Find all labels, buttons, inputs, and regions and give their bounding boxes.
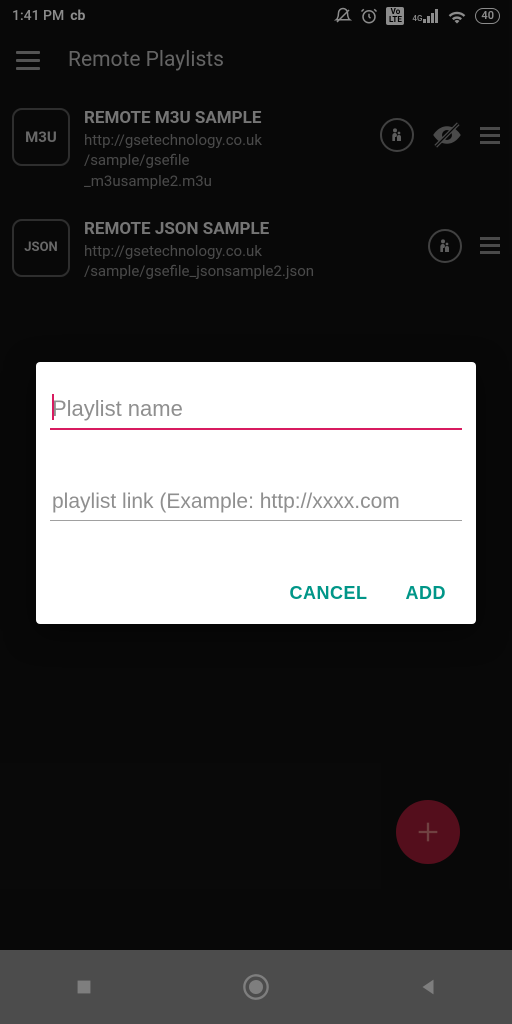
playlist-item[interactable]: JSON REMOTE JSON SAMPLE http://gsetechno… [12,219,500,282]
dnd-icon [334,7,352,25]
add-button[interactable]: ADD [406,583,447,604]
wifi-icon [447,8,467,24]
android-nav-bar [0,950,512,1024]
playlist-url: http://gsetechnology.co.uk /sample/gsefi… [84,130,366,191]
playlist-name-field [50,390,462,430]
playlist-item[interactable]: M3U REMOTE M3U SAMPLE http://gsetechnolo… [12,108,500,191]
add-playlist-dialog: CANCEL ADD [36,362,476,624]
status-carrier: cb [70,8,85,24]
alarm-icon [360,7,378,25]
signal-icon: 4G [412,9,439,23]
menu-icon[interactable] [16,51,40,70]
playlist-list: M3U REMOTE M3U SAMPLE http://gsetechnolo… [0,88,512,281]
text-cursor [52,394,54,420]
app-bar: Remote Playlists [0,32,512,88]
add-fab[interactable] [396,800,460,864]
recents-button[interactable] [73,976,95,998]
item-menu-icon[interactable] [480,237,500,254]
type-badge-m3u: M3U [12,108,70,166]
playlist-name-input[interactable] [50,390,462,430]
parental-icon[interactable] [428,229,462,263]
cancel-button[interactable]: CANCEL [290,583,368,604]
playlist-link-field [50,484,462,521]
home-button[interactable] [242,973,270,1001]
volte-icon: Vo LTE [386,7,404,25]
playlist-title: REMOTE JSON SAMPLE [84,219,414,239]
status-bar: 1:41 PM cb Vo LTE 4G 40 [0,0,512,32]
type-badge-json: JSON [12,219,70,277]
parental-icon[interactable] [380,118,414,152]
page-title: Remote Playlists [68,48,224,72]
playlist-link-input[interactable] [50,484,462,521]
status-time: 1:41 PM [12,8,64,24]
eye-off-icon[interactable] [432,120,462,150]
playlist-url: http://gsetechnology.co.uk /sample/gsefi… [84,241,414,282]
battery-icon: 40 [475,8,500,24]
back-button[interactable] [417,976,439,998]
plus-icon [414,818,442,846]
playlist-title: REMOTE M3U SAMPLE [84,108,366,128]
item-menu-icon[interactable] [480,127,500,144]
